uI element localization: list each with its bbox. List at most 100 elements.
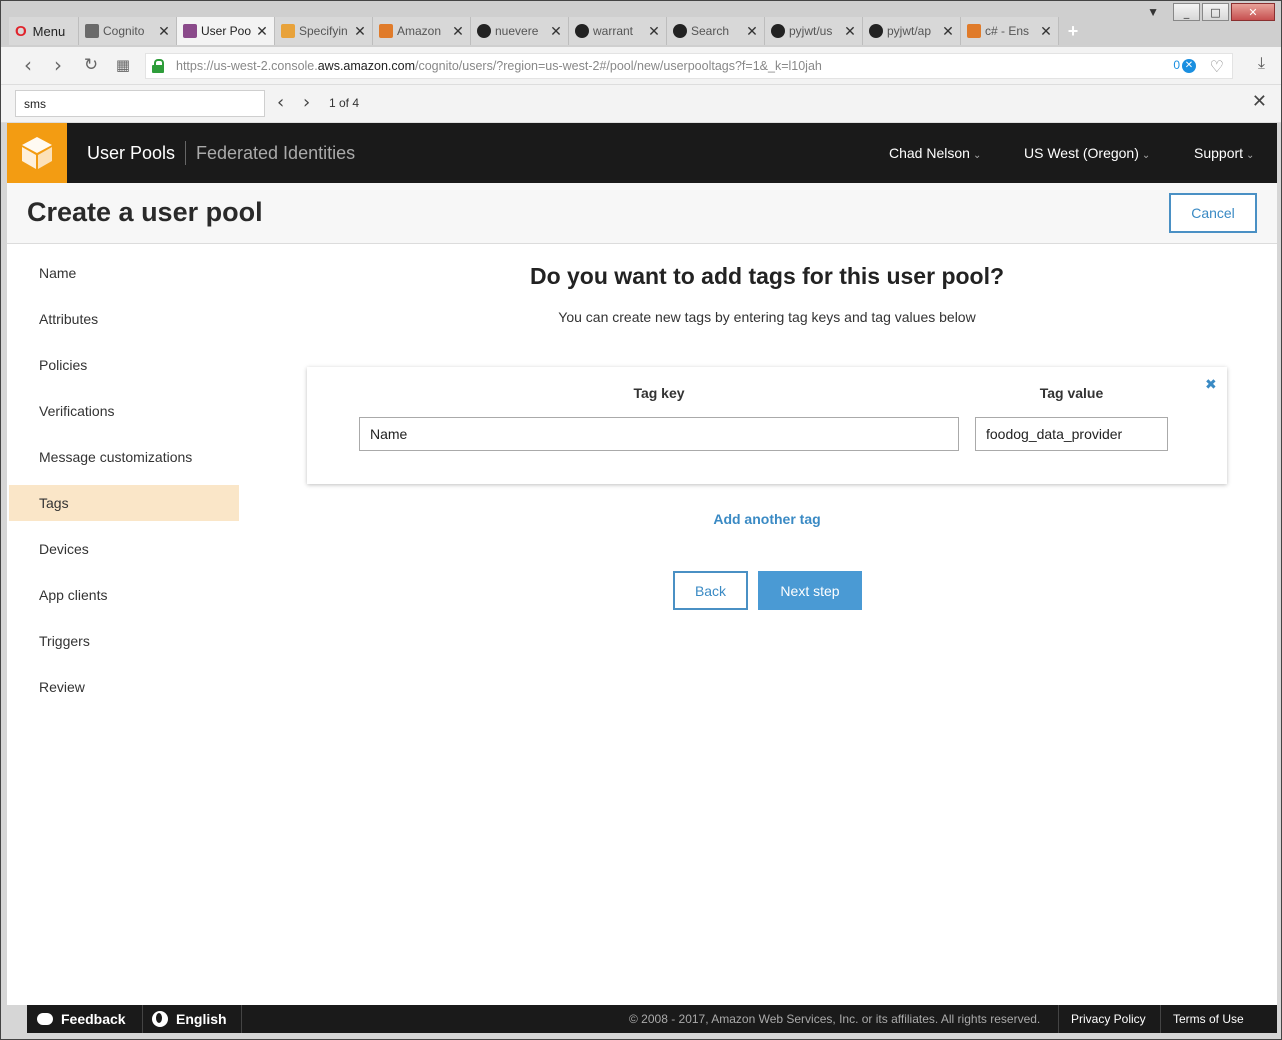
reload-icon[interactable]: ↻	[80, 55, 102, 77]
add-another-tag-link[interactable]: Add another tag	[307, 511, 1227, 527]
privacy-policy-link[interactable]: Privacy Policy	[1071, 1012, 1146, 1026]
tab-close-icon[interactable]: ✕	[354, 23, 366, 40]
tab-title: Specifyin	[299, 24, 348, 38]
tag-value-input[interactable]	[975, 417, 1168, 451]
new-tab-icon[interactable]: +	[1059, 17, 1087, 45]
browser-window: ▼ _ □ ✕ O Menu Cognito ✕ User Poo ✕ Spec…	[0, 0, 1282, 1040]
find-previous-icon[interactable]: ‹	[277, 92, 284, 113]
tab-favicon-icon	[379, 24, 393, 38]
find-match-count: 1 of 4	[329, 96, 360, 110]
window-close-button[interactable]: ✕	[1231, 3, 1275, 21]
sidebar-item-triggers[interactable]: Triggers	[9, 623, 239, 659]
tab-nuevere[interactable]: nuevere ✕	[471, 17, 569, 45]
nav-support-menu[interactable]: Support ⌄	[1194, 145, 1254, 161]
opera-menu-button[interactable]: O Menu	[9, 17, 79, 45]
section-subheading: You can create new tags by entering tag …	[558, 309, 976, 325]
footer-divider	[1058, 1005, 1059, 1033]
sidebar-item-review[interactable]: Review	[9, 669, 239, 705]
url-field[interactable]: https://us-west-2.console. aws.amazon.com…	[145, 53, 1233, 79]
lock-icon	[152, 59, 164, 73]
language-selector[interactable]: English	[152, 1011, 227, 1027]
tab-specifying[interactable]: Specifyin ✕	[275, 17, 373, 45]
find-bar: ‹ › 1 of 4 ✕	[1, 85, 1281, 123]
sidebar-item-app-clients[interactable]: App clients	[9, 577, 239, 613]
nav-federated-identities[interactable]: Federated Identities	[196, 143, 355, 164]
tab-close-icon[interactable]: ✕	[1040, 23, 1052, 40]
tab-title: User Poo	[201, 24, 252, 38]
tab-close-icon[interactable]: ✕	[648, 23, 660, 40]
forward-arrow-icon[interactable]: ›	[47, 55, 69, 77]
tab-close-icon[interactable]: ✕	[158, 23, 170, 40]
download-icon[interactable]: ⤓	[1258, 55, 1265, 73]
back-button[interactable]: Back	[673, 571, 748, 610]
tab-cognito[interactable]: Cognito ✕	[79, 17, 177, 45]
tab-close-icon[interactable]: ✕	[942, 23, 954, 40]
sidebar-item-name[interactable]: Name	[9, 255, 239, 291]
tab-list-icon[interactable]: ▼	[1147, 5, 1159, 19]
adblock-count: 0	[1173, 58, 1180, 72]
tab-close-icon[interactable]: ✕	[256, 23, 268, 40]
nav-user-pools[interactable]: User Pools	[87, 143, 175, 164]
tab-close-icon[interactable]: ✕	[550, 23, 562, 40]
tab-close-icon[interactable]: ✕	[452, 23, 464, 40]
back-arrow-icon[interactable]: ‹	[17, 55, 39, 77]
remove-tag-icon[interactable]: ✖	[1205, 377, 1217, 393]
tab-favicon-icon	[85, 24, 99, 38]
tab-title: Search	[691, 24, 730, 38]
tab-close-icon[interactable]: ✕	[746, 23, 758, 40]
nav-region-menu[interactable]: US West (Oregon) ⌄	[1024, 145, 1150, 161]
sidebar-item-tags[interactable]: Tags	[9, 485, 239, 521]
tab-favicon-icon	[967, 24, 981, 38]
globe-icon	[152, 1011, 168, 1027]
copyright-text: © 2008 - 2017, Amazon Web Services, Inc.…	[629, 1012, 1041, 1026]
maximize-button[interactable]: □	[1202, 3, 1229, 21]
feedback-button[interactable]: Feedback	[37, 1011, 126, 1027]
url-host: aws.amazon.com	[317, 59, 415, 73]
sidebar-item-attributes[interactable]: Attributes	[9, 301, 239, 337]
tab-favicon-icon	[771, 24, 785, 38]
nav-user-menu[interactable]: Chad Nelson ⌄	[889, 145, 981, 161]
tab-csharp[interactable]: c# - Ens ✕	[961, 17, 1059, 45]
find-close-icon[interactable]: ✕	[1252, 91, 1267, 112]
feedback-label: Feedback	[61, 1011, 126, 1027]
url-prefix: https://us-west-2.console.	[176, 59, 318, 73]
terms-of-use-link[interactable]: Terms of Use	[1173, 1012, 1244, 1026]
url-path: /cognito/users/?region=us-west-2#/pool/n…	[415, 59, 822, 73]
page-content: Create a user pool Cancel Name Attribute…	[7, 183, 1277, 1005]
sidebar-item-verifications[interactable]: Verifications	[9, 393, 239, 429]
footer-divider	[241, 1005, 242, 1033]
adblock-icon[interactable]: ✕	[1182, 59, 1196, 73]
tag-key-label: Tag key	[633, 385, 685, 401]
tab-pyjwt-ap[interactable]: pyjwt/ap ✕	[863, 17, 961, 45]
aws-cube-logo-icon[interactable]	[7, 123, 67, 183]
tab-warrant[interactable]: warrant ✕	[569, 17, 667, 45]
address-bar: ‹ › ↻ ▦ https://us-west-2.console. aws.am…	[1, 47, 1281, 85]
bookmark-heart-icon[interactable]: ♡	[1210, 57, 1224, 77]
tab-bar: ▼ _ □ ✕ O Menu Cognito ✕ User Poo ✕ Spec…	[1, 1, 1281, 47]
tab-title: pyjwt/ap	[887, 24, 932, 38]
window-controls: _ □ ✕	[1173, 3, 1275, 21]
tag-key-input[interactable]	[359, 417, 959, 451]
find-next-icon[interactable]: ›	[303, 92, 310, 113]
tab-favicon-icon	[281, 24, 295, 38]
speed-dial-icon[interactable]: ▦	[112, 55, 134, 77]
tab-user-pools[interactable]: User Poo ✕	[177, 17, 275, 45]
minimize-button[interactable]: _	[1173, 3, 1200, 21]
tab-title: Amazon	[397, 24, 442, 38]
tab-pyjwt-us[interactable]: pyjwt/us ✕	[765, 17, 863, 45]
sidebar-item-policies[interactable]: Policies	[9, 347, 239, 383]
page-header: Create a user pool Cancel	[7, 183, 1277, 244]
tag-row-card: Tag key Tag value ✖	[307, 367, 1227, 484]
find-input[interactable]	[15, 90, 265, 117]
chevron-down-icon: ⌄	[1246, 150, 1255, 161]
tab-title: Cognito	[103, 24, 145, 38]
chevron-down-icon: ⌄	[1141, 150, 1151, 161]
sidebar-item-message-customizations[interactable]: Message customizations	[9, 439, 239, 475]
next-step-button[interactable]: Next step	[758, 571, 862, 610]
tab-favicon-icon	[477, 24, 491, 38]
sidebar-item-devices[interactable]: Devices	[9, 531, 239, 567]
tab-close-icon[interactable]: ✕	[844, 23, 856, 40]
tab-search[interactable]: Search ✕	[667, 17, 765, 45]
cancel-button[interactable]: Cancel	[1169, 193, 1257, 233]
tab-amazon[interactable]: Amazon ✕	[373, 17, 471, 45]
